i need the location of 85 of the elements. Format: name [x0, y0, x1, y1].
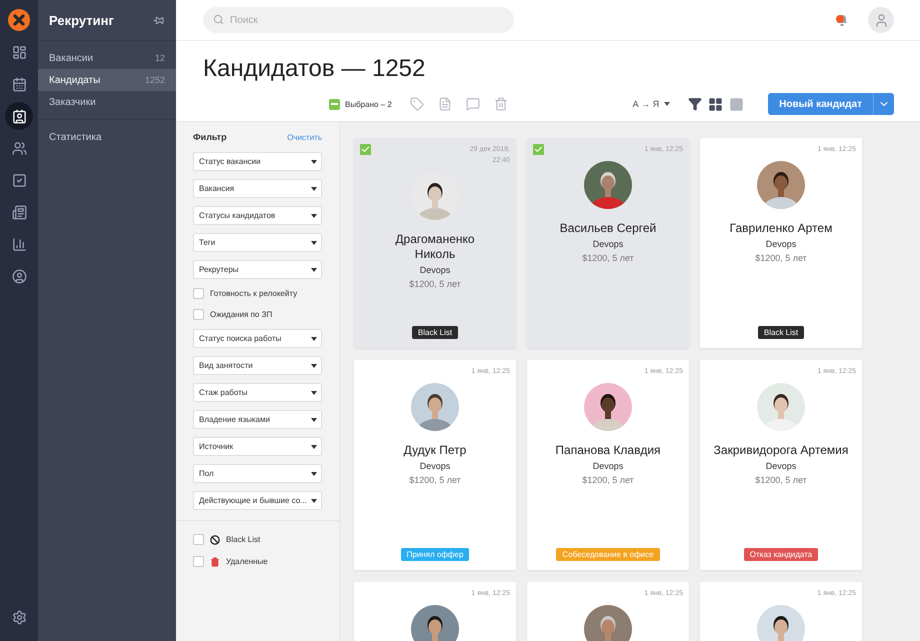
filter-dropdown[interactable]: Действующие и бывшие со...	[193, 491, 322, 510]
filter-dropdown[interactable]: Пол	[193, 464, 322, 483]
candidate-role: Devops	[420, 265, 450, 275]
caret-icon	[311, 364, 317, 368]
caret-icon	[311, 336, 317, 340]
caret-icon	[311, 186, 317, 190]
caret-icon	[311, 498, 317, 502]
caret-icon	[311, 444, 317, 448]
search-field[interactable]: Поиск	[203, 7, 514, 33]
caret-icon	[311, 268, 317, 272]
filter-icon[interactable]	[688, 97, 702, 111]
search-icon	[213, 14, 224, 25]
checkbox[interactable]	[193, 534, 204, 545]
caret-icon	[311, 214, 317, 218]
filter-title: Фильтр	[193, 132, 227, 142]
notification-icon[interactable]	[834, 12, 850, 28]
candidate-role: Devops	[420, 461, 450, 471]
ban-icon	[210, 534, 220, 544]
candidate-name: Драгоманенко Николь	[394, 232, 476, 262]
candidate-salary: $1200, 5 лет	[755, 253, 807, 263]
caret-icon	[311, 240, 317, 244]
grid-view-icon[interactable]	[708, 96, 724, 112]
item-count: 12	[154, 53, 165, 63]
filter-dropdown[interactable]: Статус вакансии	[193, 152, 322, 171]
checkbox-label: Удаленные	[226, 557, 268, 566]
candidate-salary: $1200, 5 лет	[582, 253, 634, 263]
candidate-name: Гавриленко Артем	[730, 221, 832, 236]
user-avatar-icon[interactable]	[868, 7, 894, 33]
pin-icon[interactable]	[153, 14, 164, 26]
candidate-role: Devops	[592, 239, 624, 249]
tag-icon[interactable]	[410, 97, 424, 111]
document-icon[interactable]	[438, 97, 452, 111]
checkbox-label: Ожидания по ЗП	[210, 310, 272, 319]
filter-dropdown[interactable]: Статус поиска работы	[193, 329, 322, 348]
candidate-role: Devops	[766, 239, 796, 249]
trash-icon	[210, 556, 220, 566]
checkbox-label: Black List	[226, 535, 260, 544]
filter-dropdown[interactable]: Вид занятости	[193, 356, 322, 375]
sort-dropdown[interactable]: А → Я	[632, 99, 670, 109]
filter-dropdown[interactable]: Владение языками	[193, 410, 322, 429]
checkbox[interactable]	[360, 144, 371, 155]
caret-icon	[311, 472, 317, 476]
checkbox[interactable]	[193, 556, 204, 567]
candidate-name: Дудук Петр	[404, 443, 466, 458]
status-tag: Собеседование в офисе	[556, 548, 660, 561]
selection-count: Выбрано – 2	[345, 100, 392, 108]
caret-icon	[311, 160, 317, 164]
status-tag: Black List	[412, 326, 458, 339]
status-tag: Отказ кандидата	[744, 548, 818, 561]
filter-dropdown[interactable]: Рекрутеры	[193, 260, 322, 279]
filter-dropdown[interactable]: Вакансия	[193, 179, 322, 198]
status-tag: Black List	[758, 326, 804, 339]
candidate-salary: $1200, 5 лет	[582, 475, 634, 485]
select-all-checkbox[interactable]	[329, 98, 340, 110]
logo-icon[interactable]	[8, 9, 30, 31]
checkbox-label: Готовность к релокейту	[210, 289, 298, 298]
filter-dropdown[interactable]: Теги	[193, 233, 322, 252]
status-tag: Принял оффер	[400, 548, 470, 561]
filter-dropdown[interactable]: Статусы кандидатов	[193, 206, 322, 225]
candidate-salary: $1200, 5 лет	[409, 279, 461, 289]
trash-icon[interactable]	[494, 97, 508, 111]
candidate-role: Devops	[592, 461, 624, 471]
page-title: Кандидатов — 1252	[203, 55, 426, 83]
caret-icon	[311, 390, 317, 394]
contacts-icon[interactable]	[5, 102, 33, 130]
checkbox[interactable]	[193, 309, 204, 320]
candidate-salary: $1200, 5 лет	[755, 475, 807, 485]
candidate-salary: $1200, 5 лет	[409, 475, 461, 485]
section-title: Рекрутинг	[49, 12, 114, 28]
caret-icon	[311, 418, 317, 422]
checkbox[interactable]	[193, 288, 204, 299]
filter-dropdown[interactable]: Стаж работы	[193, 383, 322, 402]
nav-item[interactable]: Заказчики	[38, 91, 176, 113]
candidate-role: Devops	[766, 461, 796, 471]
checkbox[interactable]	[533, 144, 544, 155]
candidate-name: Васильев Сергей	[560, 221, 656, 236]
filter-dropdown[interactable]: Источник	[193, 437, 322, 456]
nav-item[interactable]: Статистика	[38, 126, 176, 148]
comment-icon[interactable]	[466, 97, 480, 111]
nav-item[interactable]: Кандидаты 1252	[38, 69, 176, 91]
item-count: 1252	[144, 75, 165, 85]
nav-item[interactable]: Вакансии 12	[38, 47, 176, 69]
caret-icon	[664, 102, 670, 106]
candidate-name: Папанова Клавдия	[555, 443, 661, 458]
candidate-name: Закривидорога Артемия	[714, 443, 848, 458]
